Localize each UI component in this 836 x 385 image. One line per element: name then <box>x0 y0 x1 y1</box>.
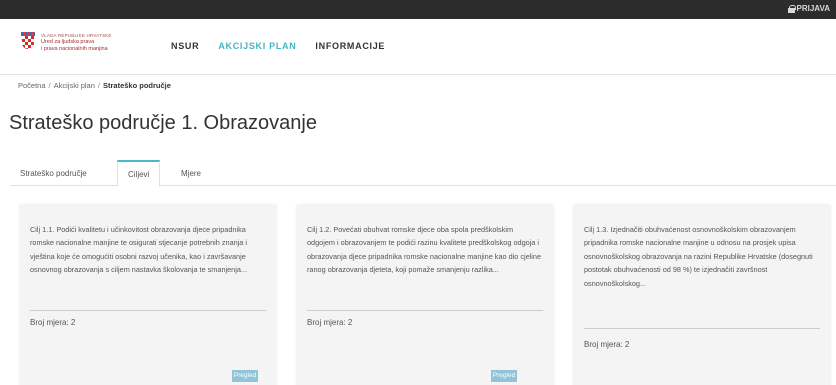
nav-akcijski-plan[interactable]: AKCIJSKI PLAN <box>218 41 296 51</box>
tab-ciljevi[interactable]: Ciljevi <box>117 160 161 187</box>
main-nav: NSUR AKCIJSKI PLAN INFORMACIJE <box>171 41 385 51</box>
goal-card: Cilj 1.3. Izjednačiti obuhvaćenost osnov… <box>574 205 830 385</box>
goal-description: Cilj 1.3. Izjednačiti obuhvaćenost osnov… <box>584 225 813 288</box>
breadcrumb-separator: / <box>48 81 51 90</box>
logo-line-3: i prava nacionalnih manjina <box>41 46 108 52</box>
site-logo[interactable]: VLADA REPUBLIKE HRVATSKE Ured za ljudska… <box>21 32 112 53</box>
goal-description: Cilj 1.2. Povećati obuhvat romske djece … <box>307 225 542 275</box>
nav-informacije[interactable]: INFORMACIJE <box>315 41 385 51</box>
lock-icon <box>787 4 796 13</box>
card-divider <box>30 310 266 311</box>
measures-count: Broj mjera: 2 <box>307 318 353 327</box>
breadcrumb-home[interactable]: Početna <box>18 81 46 90</box>
logo-text: VLADA REPUBLIKE HRVATSKE Ured za ljudska… <box>41 32 112 53</box>
view-button[interactable]: Pregled <box>491 370 517 382</box>
tab-strateško-područje[interactable]: Strateško područje <box>10 160 97 186</box>
tab-bar: Strateško područje Ciljevi Mjere <box>10 160 836 187</box>
logo-line-1: VLADA REPUBLIKE HRVATSKE <box>41 33 112 38</box>
login-label: PRIJAVA <box>796 4 831 13</box>
measures-count: Broj mjera: 2 <box>584 340 630 349</box>
tab-mjere[interactable]: Mjere <box>171 160 211 186</box>
logo-line-2: Ured za ljudska prava <box>41 39 95 45</box>
login-link[interactable]: PRIJAVA <box>787 4 831 13</box>
view-button[interactable]: Pregled <box>232 370 258 382</box>
breadcrumb-current: Strateško područje <box>102 81 171 90</box>
coat-of-arms-icon <box>21 32 35 50</box>
top-bar: PRIJAVA <box>0 0 836 19</box>
nav-nsur[interactable]: NSUR <box>171 41 199 51</box>
goal-description: Cilj 1.1. Podići kvalitetu i učinkovitos… <box>30 225 248 275</box>
breadcrumb: Početna / Akcijski plan / Strateško područje <box>18 81 171 90</box>
goal-card: Cilj 1.2. Povećati obuhvat romske djece … <box>297 205 553 385</box>
site-header: VLADA REPUBLIKE HRVATSKE Ured za ljudska… <box>0 19 836 75</box>
page-title: Strateško područje 1. Obrazovanje <box>9 112 317 134</box>
card-divider <box>307 310 543 311</box>
goal-card: Cilj 1.1. Podići kvalitetu i učinkovitos… <box>20 205 276 385</box>
breadcrumb-separator: / <box>97 81 100 90</box>
measures-count: Broj mjera: 2 <box>30 318 76 327</box>
breadcrumb-akcijski-plan[interactable]: Akcijski plan <box>54 81 95 90</box>
card-divider <box>584 328 820 329</box>
